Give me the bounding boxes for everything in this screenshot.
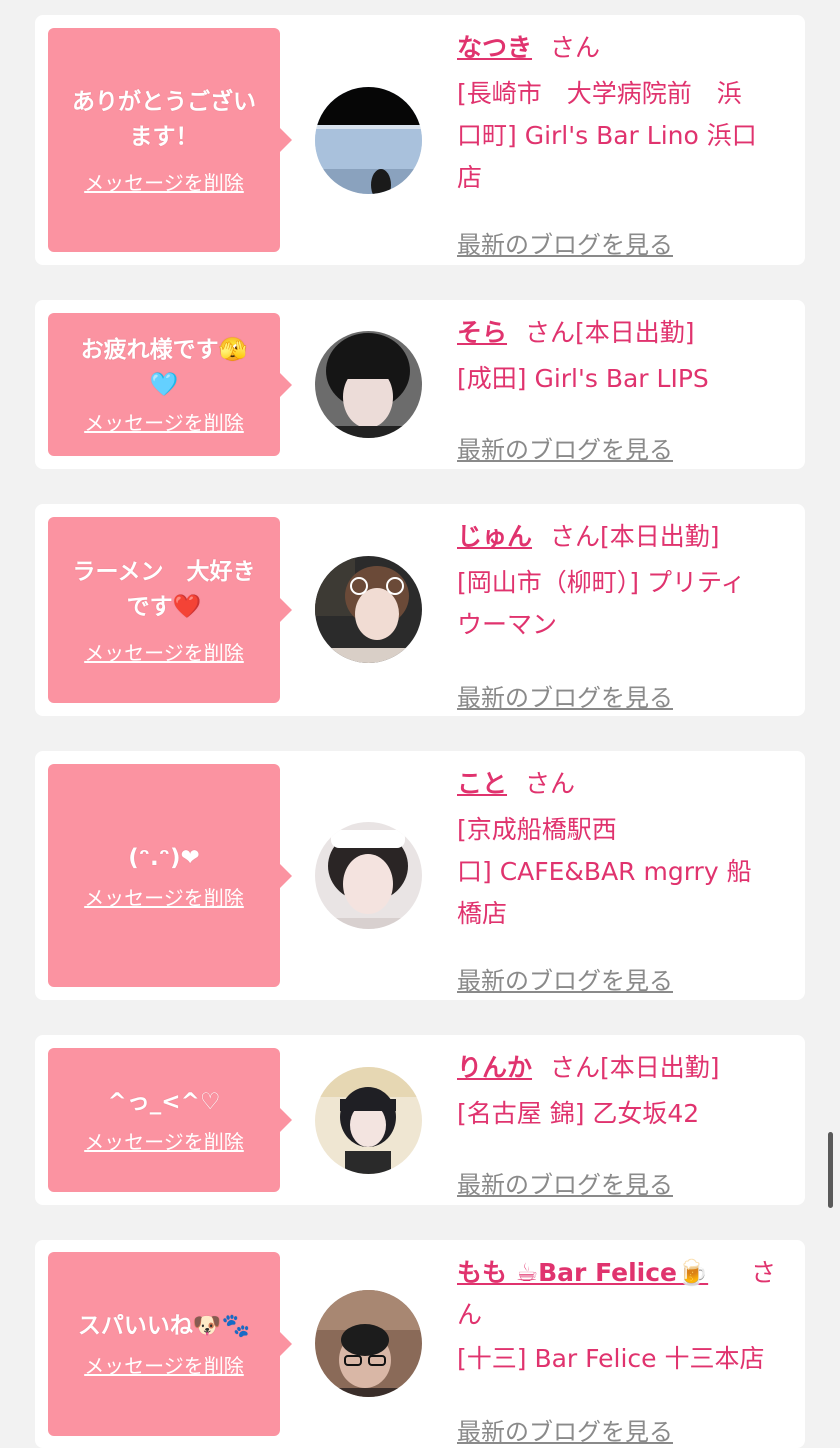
- latest-blog-link[interactable]: 最新のブログを見る: [457, 678, 673, 713]
- shop-info: [成田] Girl's Bar LIPS: [457, 364, 709, 393]
- honorific-continued: ん: [457, 1300, 483, 1329]
- delete-message-link[interactable]: メッセージを削除: [84, 407, 244, 436]
- status-label: [本日出勤]: [600, 1053, 720, 1082]
- delete-message-link[interactable]: メッセージを削除: [84, 1350, 244, 1379]
- name-line: なつき さん: [457, 27, 792, 69]
- message-text: ラーメン 大好き です❤️: [72, 558, 256, 620]
- latest-blog-link[interactable]: 最新のブログを見る: [457, 430, 673, 465]
- avatar[interactable]: [315, 1067, 422, 1174]
- name-line: じゅん さん[本日出勤]: [457, 516, 792, 558]
- message-text: ありがとうござい ます！: [72, 88, 256, 150]
- shop-info: [十三] Bar Felice 十三本店: [457, 1344, 765, 1373]
- friend-info: もも ☕Bar Felice🍺 さ ん [十三] Bar Felice 十三本店 …: [457, 1252, 792, 1446]
- delete-message-link[interactable]: メッセージを削除: [84, 882, 244, 911]
- message-bubble: (ᵔ.ᵔ)❤ メッセージを削除: [48, 764, 292, 987]
- scrollbar[interactable]: [828, 1132, 833, 1208]
- friend-card: ^っ_<^♡ メッセージを削除 りんか さん[本日出勤] [名古屋 錦] 乙女坂4…: [35, 1035, 805, 1205]
- message-text: スパいいね🐶🐾: [77, 1313, 251, 1339]
- honorific: さん: [550, 1053, 601, 1082]
- avatar[interactable]: [315, 87, 422, 194]
- friend-card: ラーメン 大好き です❤️ メッセージを削除 じゅん さん[本日出勤] [岡山市（…: [35, 504, 805, 716]
- latest-blog-link[interactable]: 最新のブログを見る: [457, 225, 673, 260]
- honorific: さん: [525, 769, 576, 798]
- delete-message-link[interactable]: メッセージを削除: [84, 167, 244, 196]
- friend-name-link[interactable]: こと: [457, 769, 507, 798]
- honorific: さん: [550, 522, 601, 551]
- latest-blog-link[interactable]: 最新のブログを見る: [457, 961, 673, 996]
- shop-info: [京成船橋駅西 口] CAFE&BAR mgrry 船 橋店: [457, 815, 752, 928]
- avatar[interactable]: [315, 1290, 422, 1397]
- avatar[interactable]: [315, 556, 422, 663]
- message-bubble: お疲れ様です🫣 🩵 メッセージを削除: [48, 313, 292, 456]
- status-label: [本日出勤]: [575, 318, 695, 347]
- friend-info: こと さん [京成船橋駅西 口] CAFE&BAR mgrry 船 橋店 最新のブ…: [457, 763, 792, 995]
- shop-info: [岡山市（柳町）] プリティ ウーマン: [457, 568, 746, 639]
- friend-card: (ᵔ.ᵔ)❤ メッセージを削除 こと さん [京成船橋駅西 口] CAFE&BAR…: [35, 751, 805, 1000]
- message-bubble: ありがとうござい ます！ メッセージを削除: [48, 28, 292, 252]
- shop-info: [長崎市 大学病院前 浜 口町] Girl's Bar Lino 浜口 店: [457, 79, 757, 192]
- status-label: [本日出勤]: [600, 522, 720, 551]
- latest-blog-link[interactable]: 最新のブログを見る: [457, 1412, 673, 1447]
- friend-card: お疲れ様です🫣 🩵 メッセージを削除 そら さん[本日出勤] [成田] Girl'…: [35, 300, 805, 469]
- friend-info: じゅん さん[本日出勤] [岡山市（柳町）] プリティ ウーマン 最新のブログを見…: [457, 516, 792, 712]
- message-text: ^っ_<^♡: [107, 1089, 221, 1115]
- avatar[interactable]: [315, 822, 422, 929]
- friend-name-link[interactable]: じゅん: [457, 522, 532, 551]
- message-text: (ᵔ.ᵔ)❤: [128, 844, 200, 871]
- message-text: お疲れ様です🫣 🩵: [80, 337, 248, 398]
- name-line: そら さん[本日出勤]: [457, 312, 792, 354]
- friend-name-link[interactable]: りんか: [457, 1053, 532, 1082]
- honorific: さん: [525, 318, 576, 347]
- friend-card: スパいいね🐶🐾 メッセージを削除 もも ☕Bar Felice🍺 さ ん [十三]…: [35, 1240, 805, 1448]
- delete-message-link[interactable]: メッセージを削除: [84, 637, 244, 666]
- friend-name-link[interactable]: なつき: [457, 33, 532, 62]
- friend-card: ありがとうござい ます！ メッセージを削除 なつき さん [長崎市 大学病院前 浜…: [35, 15, 805, 265]
- friend-info: なつき さん [長崎市 大学病院前 浜 口町] Girl's Bar Lino 浜…: [457, 27, 792, 259]
- latest-blog-link[interactable]: 最新のブログを見る: [457, 1165, 673, 1200]
- avatar[interactable]: [315, 331, 422, 438]
- name-line: りんか さん[本日出勤]: [457, 1047, 792, 1089]
- message-bubble: スパいいね🐶🐾 メッセージを削除: [48, 1252, 292, 1436]
- friend-name-link[interactable]: そら: [457, 318, 507, 347]
- name-line: もも ☕Bar Felice🍺 さ: [457, 1252, 792, 1294]
- honorific: さん: [550, 33, 601, 62]
- honorific: さ: [751, 1258, 777, 1287]
- friend-info: りんか さん[本日出勤] [名古屋 錦] 乙女坂42 最新のブログを見る: [457, 1047, 792, 1199]
- name-line: こと さん: [457, 763, 792, 805]
- shop-info: [名古屋 錦] 乙女坂42: [457, 1099, 700, 1128]
- message-bubble: ラーメン 大好き です❤️ メッセージを削除: [48, 517, 292, 703]
- delete-message-link[interactable]: メッセージを削除: [84, 1126, 244, 1155]
- friend-name-link[interactable]: もも ☕Bar Felice🍺: [457, 1258, 708, 1287]
- message-bubble: ^っ_<^♡ メッセージを削除: [48, 1048, 292, 1192]
- friend-info: そら さん[本日出勤] [成田] Girl's Bar LIPS 最新のブログを見…: [457, 312, 792, 464]
